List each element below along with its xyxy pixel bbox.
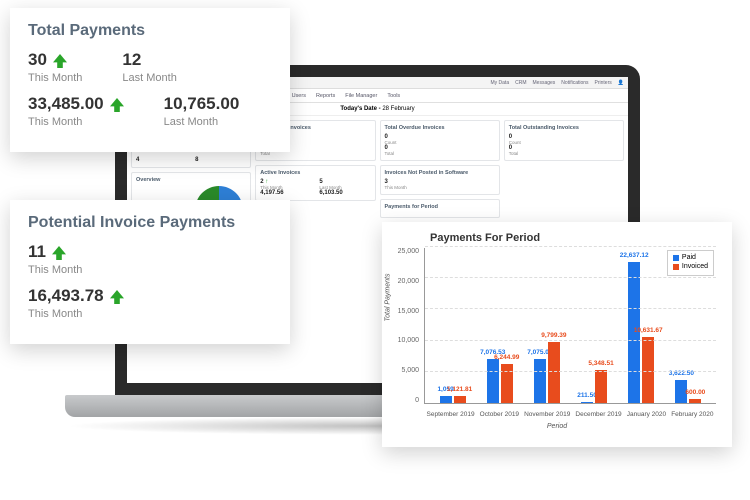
menu-item[interactable]: Reports [316, 93, 335, 99]
amount: 4,197.56 [260, 190, 311, 196]
topbar-item[interactable]: Messages [533, 80, 556, 86]
bar-label: 22,637.12 [620, 252, 649, 259]
metric-label: This Month [28, 116, 124, 128]
x-tick: November 2019 [524, 411, 570, 418]
count: 4 [136, 157, 187, 163]
bar-invoiced: 600.00 [689, 399, 701, 403]
tile-overdue: Total Overdue Invoices 0 Count 0 Total [380, 120, 500, 161]
label: Total [509, 151, 619, 156]
tile-title: Total Outstanding Invoices [509, 125, 619, 131]
avatar-icon[interactable]: 👤 [618, 80, 624, 86]
tile-title: Total Overdue Invoices [385, 125, 495, 131]
y-tick: 10,000 [398, 337, 419, 344]
metric-label: This Month [28, 72, 82, 84]
metric-value: 33,485.00 [28, 94, 124, 114]
y-tick: 25,000 [398, 248, 419, 255]
bar-label: 6,244.99 [494, 354, 519, 361]
y-axis: 25,000 20,000 15,000 10,000 5,000 0 [394, 248, 422, 404]
bar-group: 7,076.536,244.99 [487, 359, 513, 403]
date-label: Today's Date - [340, 106, 380, 112]
tile-title: Payments for Period [385, 204, 495, 210]
menu-item[interactable]: Tools [387, 93, 400, 99]
x-tick: February 2020 [671, 411, 713, 418]
metric-value: 12 [122, 50, 176, 70]
chart-title: Payments For Period [394, 232, 720, 244]
metric-label: This Month [28, 264, 82, 276]
bar-paid: 7,075.02 [534, 359, 546, 403]
count: 8 [195, 157, 246, 163]
metric-value: 30 [28, 50, 82, 70]
amount: 6,103.50 [319, 190, 370, 196]
tile-notposted: Invoices Not Posted in Software 3 This M… [380, 165, 500, 195]
y-tick: 20,000 [398, 278, 419, 285]
x-tick: January 2020 [627, 411, 666, 418]
bar-label: 9,799.39 [541, 332, 566, 339]
bar-group: 7,075.029,799.39 [534, 342, 560, 403]
date-value: 28 February [382, 106, 414, 112]
topbar-item[interactable]: CRM [515, 80, 526, 86]
x-tick: September 2019 [427, 411, 475, 418]
bar-chart: Total Payments 25,00020,00015,00010,0005… [394, 248, 720, 428]
label: Total [385, 151, 495, 156]
bar-invoiced: 5,348.51 [595, 370, 607, 403]
bar-label: 5,348.51 [588, 360, 613, 367]
menu-item[interactable]: File Manager [345, 93, 377, 99]
bar-label: 1,121.81 [447, 386, 472, 393]
legend-item: Paid [682, 254, 696, 261]
bar-group: 3,622.50600.00 [675, 380, 701, 403]
card-total-payments: Total Payments 30 This Month 12 Last Mon… [10, 8, 290, 152]
metric-label: Last Month [122, 72, 176, 84]
bar-invoiced: 9,799.39 [548, 342, 560, 403]
y-tick: 0 [415, 397, 419, 404]
card-title: Total Payments [28, 22, 272, 40]
bar-paid: 7,076.53 [487, 359, 499, 403]
label: This Month [385, 185, 495, 190]
metric-value: 16,493.78 [28, 286, 124, 306]
metric-value: 11 [28, 242, 82, 262]
bar-group: 1,0591,121.81 [440, 396, 466, 403]
topbar-item[interactable]: Printers [595, 80, 612, 86]
arrow-up-icon [52, 245, 66, 259]
tile-payments-mini: Payments for Period [380, 199, 500, 218]
tile-title: Active Invoices [260, 170, 370, 176]
x-tick: December 2019 [575, 411, 621, 418]
topbar-item[interactable]: Notifications [561, 80, 588, 86]
arrow-up-icon [53, 53, 67, 67]
legend-item: Invoiced [682, 263, 708, 270]
topbar-item[interactable]: My Data [490, 80, 509, 86]
metric-label: Last Month [164, 116, 240, 128]
arrow-up-icon [110, 289, 124, 303]
y-axis-label: Total Payments [385, 274, 392, 322]
metric-value: 10,765.00 [164, 94, 240, 114]
x-axis: September 2019 October 2019 November 2019 D… [424, 411, 716, 418]
arrow-up-icon [110, 97, 124, 111]
x-axis-label: Period [547, 423, 567, 430]
tile-title: Invoices Not Posted in Software [385, 170, 495, 176]
card-title: Potential Invoice Payments [28, 214, 272, 232]
bar-paid: 211.50 [581, 402, 593, 403]
bar-group: 22,637.1210,631.67 [628, 262, 654, 403]
bar-label: 211.50 [577, 392, 597, 399]
card-payments-chart: Payments For Period Total Payments 25,00… [382, 222, 732, 447]
y-tick: 15,000 [398, 308, 419, 315]
bar-label: 10,631.67 [634, 327, 663, 334]
x-tick: October 2019 [480, 411, 519, 418]
y-tick: 5,000 [401, 367, 419, 374]
menu-item[interactable]: Users [292, 93, 306, 99]
card-potential-invoice-payments: Potential Invoice Payments 11 This Month… [10, 200, 290, 344]
bar-paid: 1,059 [440, 396, 452, 403]
bar-label: 600.00 [685, 389, 705, 396]
bar-group: 211.505,348.51 [581, 370, 607, 403]
bar-invoiced: 1,121.81 [454, 396, 466, 403]
chart-legend: Paid Invoiced [667, 250, 714, 276]
metric-label: This Month [28, 308, 124, 320]
tile-title: Overview [136, 177, 246, 183]
tile-active: Active Invoices 2 ↑This Month 5Last Mont… [255, 165, 375, 201]
tile-outstanding: Total Outstanding Invoices 0 Count 0 Tot… [504, 120, 624, 161]
